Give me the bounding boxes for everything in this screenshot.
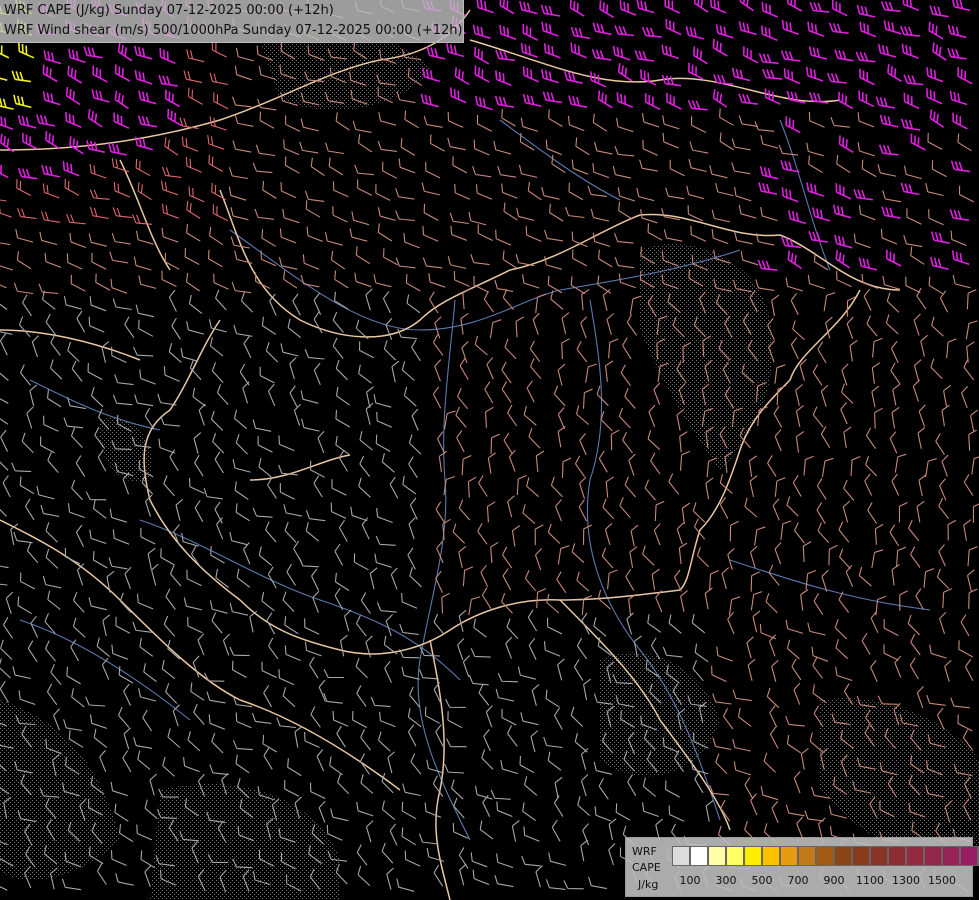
legend-swatch [726, 846, 744, 866]
legend-swatch [906, 846, 924, 866]
legend-swatch [960, 846, 978, 866]
legend-tick-label: 500 [751, 874, 773, 887]
legend-swatch [834, 846, 852, 866]
legend-unit: J/kg [638, 878, 659, 891]
legend-tick-label: 1500 [928, 874, 956, 887]
title-panel: WRF CAPE (J/kg) Sunday 07-12-2025 00:00 … [0, 0, 464, 43]
legend-swatch [762, 846, 780, 866]
legend-swatch [744, 846, 762, 866]
legend-tick-label: 900 [823, 874, 845, 887]
legend-swatch [870, 846, 888, 866]
cape-title: WRF CAPE (J/kg) Sunday 07-12-2025 00:00 … [4, 3, 334, 18]
legend-model: WRF [632, 845, 657, 858]
legend-tick-label: 700 [787, 874, 809, 887]
legend-tick-label: 100 [679, 874, 701, 887]
cape-legend: WRF CAPE J/kg 100 300 500 700 900 1100 1300 150… [625, 837, 979, 897]
legend-swatch [672, 846, 690, 866]
legend-swatch [924, 846, 942, 866]
legend-swatch [708, 846, 726, 866]
legend-swatch [942, 846, 960, 866]
legend-swatch [816, 846, 834, 866]
legend-tick-label: 1100 [856, 874, 884, 887]
legend-swatch [888, 846, 906, 866]
weather-map [0, 0, 979, 900]
legend-tick-label: 1300 [892, 874, 920, 887]
legend-swatch [690, 846, 708, 866]
legend-swatch [852, 846, 870, 866]
legend-swatch [780, 846, 798, 866]
legend-swatch [798, 846, 816, 866]
legend-swatches [672, 846, 979, 866]
shear-title: WRF Wind shear (m/s) 500/1000hPa Sunday … [4, 23, 463, 38]
legend-tick-label: 300 [715, 874, 737, 887]
legend-ticks: 100 300 500 700 900 1100 1300 1500 [672, 875, 972, 889]
legend-field: CAPE [632, 861, 661, 874]
